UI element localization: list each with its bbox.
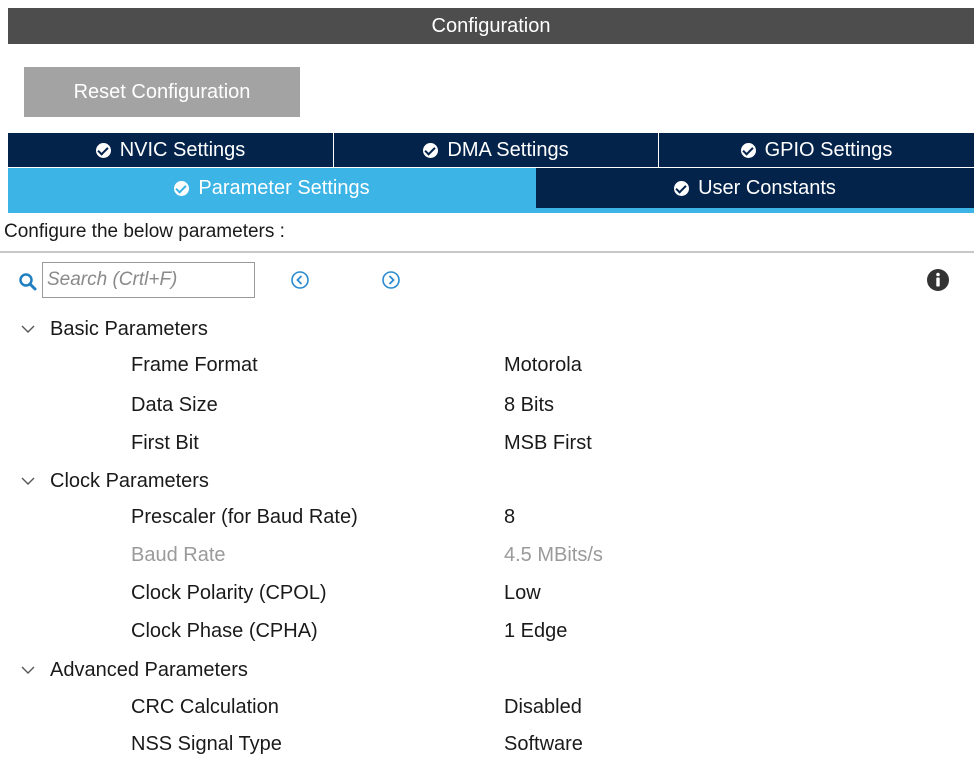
reset-configuration-button[interactable]: Reset Configuration	[24, 67, 300, 117]
param-name: Frame Format	[131, 354, 258, 376]
check-circle-icon	[95, 142, 111, 158]
search-input[interactable]	[42, 262, 255, 298]
check-circle-icon	[740, 142, 756, 158]
tab-dma-settings[interactable]: DMA Settings	[334, 133, 659, 167]
param-value[interactable]: MSB First	[504, 432, 592, 455]
check-circle-icon	[423, 142, 439, 158]
param-value[interactable]: Motorola	[504, 354, 582, 377]
group-title: Advanced Parameters	[50, 658, 248, 681]
group-title: Clock Parameters	[50, 469, 209, 492]
param-value[interactable]: Low	[504, 582, 541, 605]
param-value[interactable]: Software	[504, 733, 583, 756]
param-clock-polarity[interactable]: Clock Polarity (CPOL) Low	[0, 578, 974, 610]
param-value[interactable]: Disabled	[504, 696, 582, 719]
param-name: Clock Polarity (CPOL)	[131, 582, 327, 604]
previous-icon[interactable]	[290, 270, 310, 290]
tab-label: NVIC Settings	[119, 138, 246, 161]
search-toolbar	[0, 260, 974, 300]
param-name: Baud Rate	[131, 544, 226, 566]
param-frame-format[interactable]: Frame Format Motorola	[0, 350, 974, 382]
param-prescaler[interactable]: Prescaler (for Baud Rate) 8	[0, 502, 974, 534]
param-nss-signal-type[interactable]: NSS Signal Type Software	[0, 729, 974, 761]
settings-tabs-row-1: NVIC Settings DMA Settings GPIO Settings	[8, 133, 974, 167]
param-clock-phase[interactable]: Clock Phase (CPHA) 1 Edge	[0, 616, 974, 648]
param-name: NSS Signal Type	[131, 733, 282, 755]
next-icon[interactable]	[381, 270, 401, 290]
param-name: First Bit	[131, 432, 199, 454]
check-circle-icon	[174, 180, 190, 196]
param-value: 4.5 MBits/s	[504, 544, 603, 566]
param-first-bit[interactable]: First Bit MSB First	[0, 428, 974, 460]
group-title: Basic Parameters	[50, 317, 208, 340]
tab-label: DMA Settings	[447, 138, 569, 161]
tab-label: User Constants	[698, 176, 836, 199]
tab-nvic-settings[interactable]: NVIC Settings	[8, 133, 334, 167]
info-icon[interactable]	[926, 268, 950, 292]
tab-user-constants[interactable]: User Constants	[536, 168, 974, 208]
settings-tabs-row-2: Parameter Settings User Constants	[8, 168, 974, 208]
tab-parameter-settings[interactable]: Parameter Settings	[8, 168, 536, 208]
param-name: CRC Calculation	[131, 696, 279, 718]
configuration-title-bar: Configuration	[8, 8, 974, 44]
param-name: Clock Phase (CPHA)	[131, 620, 318, 642]
param-value[interactable]: 8	[504, 506, 515, 529]
search-icon[interactable]	[18, 272, 38, 292]
param-baud-rate: Baud Rate 4.5 MBits/s	[0, 540, 974, 572]
chevron-down-icon	[21, 666, 35, 674]
group-advanced-parameters[interactable]: Advanced Parameters	[0, 654, 248, 686]
param-name: Data Size	[131, 394, 218, 416]
tab-gpio-settings[interactable]: GPIO Settings	[659, 133, 974, 167]
param-crc-calculation[interactable]: CRC Calculation Disabled	[0, 692, 974, 724]
param-value[interactable]: 8 Bits	[504, 394, 554, 417]
param-value[interactable]: 1 Edge	[504, 620, 567, 643]
group-clock-parameters[interactable]: Clock Parameters	[0, 465, 209, 497]
group-basic-parameters[interactable]: Basic Parameters	[0, 313, 208, 345]
configuration-title: Configuration	[431, 14, 551, 37]
instructions-text: Configure the below parameters :	[0, 213, 974, 253]
param-data-size[interactable]: Data Size 8 Bits	[0, 390, 974, 422]
chevron-down-icon	[21, 477, 35, 485]
check-circle-icon	[674, 180, 690, 196]
tab-label: Parameter Settings	[198, 176, 370, 199]
chevron-down-icon	[21, 325, 35, 333]
param-name: Prescaler (for Baud Rate)	[131, 506, 358, 528]
tab-label: GPIO Settings	[764, 138, 893, 161]
